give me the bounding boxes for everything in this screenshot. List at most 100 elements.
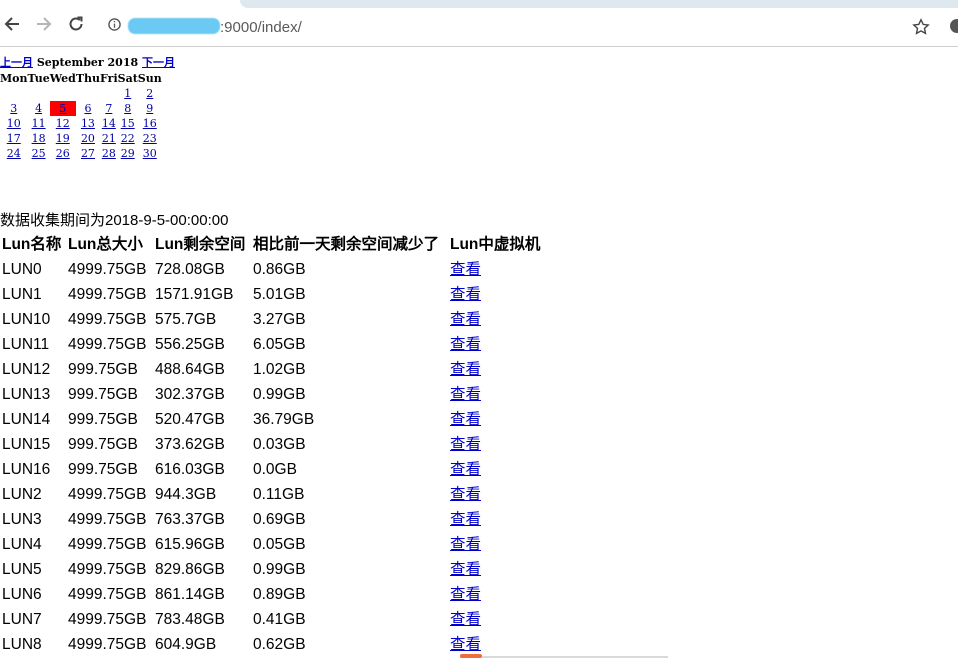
calendar-day-link[interactable]: 11 <box>32 117 46 130</box>
view-vms-link[interactable]: 查看 <box>450 386 481 403</box>
calendar-day-link[interactable]: 18 <box>32 132 46 145</box>
lun-vms-cell: 查看 <box>448 382 542 407</box>
view-vms-link[interactable]: 查看 <box>450 311 481 328</box>
lun-free-cell: 783.48GB <box>155 611 225 628</box>
calendar-day-link[interactable]: 23 <box>143 132 157 145</box>
calendar-day-cell: 7 <box>100 101 118 116</box>
calendar-day-link[interactable]: 22 <box>121 132 135 145</box>
view-vms-link[interactable]: 查看 <box>450 461 481 478</box>
lun-delta-cell: 0.86GB <box>253 261 306 278</box>
calendar-day-cell: 9 <box>138 101 162 116</box>
lun-vms-cell: 查看 <box>448 482 542 507</box>
calendar-day-link[interactable]: 3 <box>10 102 17 115</box>
calendar-day-link[interactable]: 17 <box>7 132 21 145</box>
calendar-day-link[interactable]: 10 <box>7 117 21 130</box>
calendar-day-link[interactable]: 5 <box>59 102 66 115</box>
view-vms-link[interactable]: 查看 <box>450 486 481 503</box>
calendar-day-link[interactable]: 8 <box>124 102 131 115</box>
calendar-day-selected: 5 <box>49 101 76 116</box>
view-vms-link[interactable]: 查看 <box>450 336 481 353</box>
lun-delta-cell: 0.41GB <box>253 611 306 628</box>
lun-free-cell: 616.03GB <box>155 461 225 478</box>
calendar-day-link[interactable]: 29 <box>121 147 135 160</box>
lun-total-cell: 4999.75GB <box>68 636 147 653</box>
calendar-header: 上一月 September 2018 下一月 <box>0 56 175 70</box>
lun-total-cell: 4999.75GB <box>68 611 147 628</box>
view-vms-link[interactable]: 查看 <box>450 561 481 578</box>
header-lun-name: Lun名称 <box>2 236 62 253</box>
calendar-day-cell: 3 <box>0 101 28 116</box>
calendar-day-link[interactable]: 19 <box>56 132 70 145</box>
view-vms-link[interactable]: 查看 <box>450 511 481 528</box>
reload-button[interactable] <box>66 14 86 34</box>
calendar-day-link[interactable]: 24 <box>7 147 21 160</box>
collection-period-text: 数据收集期间为2018-9-5-00:00:00 <box>0 212 229 229</box>
calendar-day-link[interactable]: 20 <box>81 132 95 145</box>
prev-month-link[interactable]: 上一月 <box>0 56 33 69</box>
lun-vms-cell: 查看 <box>448 407 542 432</box>
lun-name-cell: LUN4 <box>2 536 42 553</box>
calendar-day-link[interactable]: 26 <box>56 147 70 160</box>
lun-total-cell: 4999.75GB <box>68 586 147 603</box>
calendar-day-link[interactable]: 27 <box>81 147 95 160</box>
next-month-link[interactable]: 下一月 <box>142 56 175 69</box>
calendar-day-link[interactable]: 4 <box>35 102 42 115</box>
table-row: LUN11 4999.75GB 556.25GB 6.05GB 查看 <box>0 332 542 357</box>
calendar-day-link[interactable]: 1 <box>124 87 131 100</box>
calendar-day-link[interactable]: 28 <box>102 147 116 160</box>
lun-delta-cell: 0.99GB <box>253 386 306 403</box>
lun-free-cell: 944.3GB <box>155 486 217 503</box>
view-vms-link[interactable]: 查看 <box>450 286 481 303</box>
calendar-day-link[interactable]: 13 <box>81 117 95 130</box>
calendar-day-cell: 10 <box>0 116 28 131</box>
calendar-day-cell: 30 <box>138 146 162 161</box>
view-vms-link[interactable]: 查看 <box>450 436 481 453</box>
view-vms-link[interactable]: 查看 <box>450 361 481 378</box>
lun-delta-cell: 6.05GB <box>253 336 306 353</box>
lun-delta-cell: 0.05GB <box>253 536 306 553</box>
calendar-day-cell: 22 <box>118 131 138 146</box>
calendar-day-cell: 29 <box>118 146 138 161</box>
calendar-day-link[interactable]: 30 <box>143 147 157 160</box>
calendar-day-link[interactable]: 21 <box>102 132 116 145</box>
url-redaction <box>128 18 220 34</box>
view-vms-link[interactable]: 查看 <box>450 411 481 428</box>
view-vms-link[interactable]: 查看 <box>450 261 481 278</box>
weekday-label: Wed <box>49 71 76 85</box>
info-icon[interactable] <box>108 18 121 31</box>
lun-free-cell: 373.62GB <box>155 436 225 453</box>
lun-total-cell: 999.75GB <box>68 436 138 453</box>
lun-delta-cell: 0.89GB <box>253 586 306 603</box>
lun-total-cell: 999.75GB <box>68 386 138 403</box>
calendar-day-link[interactable]: 16 <box>143 117 157 130</box>
calendar-day-link[interactable]: 7 <box>105 102 112 115</box>
calendar-day-cell: 16 <box>138 116 162 131</box>
address-bar-url[interactable]: :9000/index/ <box>220 19 302 36</box>
forward-button[interactable] <box>34 14 54 34</box>
calendar-day-link[interactable]: 9 <box>146 102 153 115</box>
calendar-day-cell: 27 <box>76 146 100 161</box>
lun-vms-cell: 查看 <box>448 282 542 307</box>
profile-icon[interactable] <box>950 19 958 33</box>
view-vms-link[interactable]: 查看 <box>450 586 481 603</box>
calendar-day-link[interactable]: 25 <box>32 147 46 160</box>
lun-free-cell: 488.64GB <box>155 361 225 378</box>
lun-name-cell: LUN13 <box>2 386 51 403</box>
calendar-day-cell: 19 <box>50 131 76 146</box>
star-icon[interactable] <box>912 18 930 36</box>
calendar-day-link[interactable]: 6 <box>84 102 91 115</box>
calendar-day-link[interactable]: 2 <box>146 87 153 100</box>
calendar-day-link[interactable]: 12 <box>56 117 70 130</box>
header-free-decrease: 相比前一天剩余空间减少了 <box>253 236 440 253</box>
calendar-day-cell: 6 <box>76 101 100 116</box>
weekday-label: Sun <box>137 71 162 85</box>
calendar-day-cell <box>28 86 50 101</box>
calendar-day-link[interactable]: 15 <box>121 117 135 130</box>
calendar-day-cell: 8 <box>118 101 138 116</box>
calendar-day-link[interactable]: 14 <box>102 117 116 130</box>
view-vms-link[interactable]: 查看 <box>450 536 481 553</box>
back-button[interactable] <box>2 14 22 34</box>
view-vms-link[interactable]: 查看 <box>450 611 481 628</box>
view-vms-link[interactable]: 查看 <box>450 636 481 653</box>
lun-free-cell: 728.08GB <box>155 261 225 278</box>
